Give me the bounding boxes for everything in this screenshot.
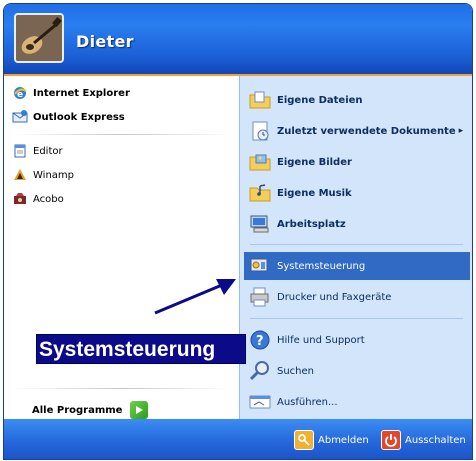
separator bbox=[250, 318, 463, 319]
pinned-item-label: Internet Explorer bbox=[33, 87, 130, 99]
all-programs-label: Alle Programme bbox=[32, 404, 123, 416]
notepad-icon bbox=[14, 144, 26, 158]
right-item-drucker-und-faxgeraete[interactable]: Drucker und Faxgeräte bbox=[248, 283, 466, 311]
help-support-icon: ? bbox=[250, 330, 270, 350]
key-icon bbox=[294, 430, 314, 450]
recent-item-label: Winamp bbox=[33, 169, 75, 181]
recent-item-winamp[interactable]: Winamp bbox=[12, 164, 74, 186]
right-item-label: Arbeitsplatz bbox=[277, 218, 346, 230]
separator bbox=[250, 244, 463, 245]
printers-faxes-icon bbox=[250, 287, 269, 307]
shutdown-button[interactable]: Ausschalten bbox=[381, 429, 466, 451]
right-item-eigene-dateien[interactable]: Eigene Dateien bbox=[248, 86, 466, 114]
power-icon bbox=[381, 430, 401, 450]
submenu-arrow-icon: ▸ bbox=[458, 126, 464, 136]
right-pane: Eigene Dateien Zuletzt verwendete Dokume… bbox=[239, 76, 472, 419]
right-item-hilfe-und-support[interactable]: ? Hilfe und Support bbox=[248, 326, 466, 354]
right-item-eigene-bilder[interactable]: Eigene Bilder bbox=[248, 148, 466, 176]
right-item-arbeitsplatz[interactable]: Arbeitsplatz bbox=[248, 210, 466, 238]
search-icon bbox=[249, 361, 269, 381]
right-item-label: Hilfe und Support bbox=[277, 334, 365, 346]
control-panel-icon bbox=[250, 258, 268, 272]
right-item-zuletzt-verwendete-dokumente[interactable]: Zuletzt verwendete Dokumente ▸ bbox=[248, 117, 466, 145]
separator bbox=[12, 388, 232, 389]
run-icon bbox=[249, 395, 271, 409]
right-item-systemsteuerung[interactable]: Systemsteuerung bbox=[244, 252, 470, 280]
winamp-icon bbox=[14, 169, 26, 180]
guitar-icon bbox=[16, 15, 62, 61]
left-pane: e Internet Explorer Outlook Express Edit… bbox=[4, 76, 239, 419]
svg-text:e: e bbox=[17, 90, 23, 100]
recent-item-editor[interactable]: Editor bbox=[12, 140, 63, 162]
svg-text:?: ? bbox=[256, 334, 264, 349]
all-programs-button[interactable]: Alle Programme bbox=[32, 399, 149, 421]
recent-item-acobo[interactable]: Acobo bbox=[12, 188, 64, 210]
right-item-label: Suchen bbox=[277, 365, 315, 377]
user-avatar[interactable] bbox=[14, 13, 64, 63]
my-pictures-folder-icon bbox=[249, 154, 271, 171]
start-menu: Dieter e Internet Explorer Outlook Expre… bbox=[3, 3, 473, 460]
pinned-item-internet-explorer[interactable]: e Internet Explorer bbox=[12, 82, 130, 104]
my-computer-icon bbox=[250, 215, 269, 233]
right-item-label: Systemsteuerung bbox=[277, 260, 366, 272]
right-item-ausfuehren[interactable]: Ausführen... bbox=[248, 388, 466, 416]
my-documents-folder-icon bbox=[249, 91, 271, 109]
right-item-label: Zuletzt verwendete Dokumente bbox=[277, 125, 456, 137]
recent-documents-icon bbox=[252, 121, 269, 141]
shutdown-label: Ausschalten bbox=[405, 434, 466, 446]
separator bbox=[12, 134, 232, 135]
right-item-label: Eigene Musik bbox=[277, 187, 352, 199]
logoff-label: Abmelden bbox=[318, 434, 369, 446]
right-item-label: Eigene Dateien bbox=[277, 94, 363, 106]
annotation-label: Systemsteuerung bbox=[36, 334, 246, 364]
pinned-item-outlook-express[interactable]: Outlook Express bbox=[12, 106, 125, 128]
user-name: Dieter bbox=[76, 32, 134, 51]
right-item-eigene-musik[interactable]: Eigene Musik bbox=[248, 179, 466, 207]
my-music-folder-icon bbox=[249, 184, 271, 202]
recent-item-label: Acobo bbox=[33, 193, 64, 205]
internet-explorer-icon: e bbox=[14, 87, 27, 100]
recent-item-label: Editor bbox=[33, 145, 63, 157]
green-arrow-icon bbox=[130, 401, 149, 419]
right-item-suchen[interactable]: Suchen bbox=[248, 357, 466, 385]
right-item-label: Eigene Bilder bbox=[277, 156, 352, 168]
logoff-button[interactable]: Abmelden bbox=[294, 429, 369, 451]
start-menu-header: Dieter bbox=[4, 4, 472, 76]
pointer-arrow-icon bbox=[154, 279, 236, 315]
outlook-express-icon bbox=[12, 110, 28, 123]
right-item-label: Drucker und Faxgeräte bbox=[277, 291, 392, 303]
pinned-item-label: Outlook Express bbox=[33, 111, 125, 123]
start-menu-footer: Abmelden Ausschalten bbox=[4, 419, 472, 459]
right-item-label: Ausführen... bbox=[277, 396, 338, 408]
acobo-icon bbox=[14, 193, 26, 204]
